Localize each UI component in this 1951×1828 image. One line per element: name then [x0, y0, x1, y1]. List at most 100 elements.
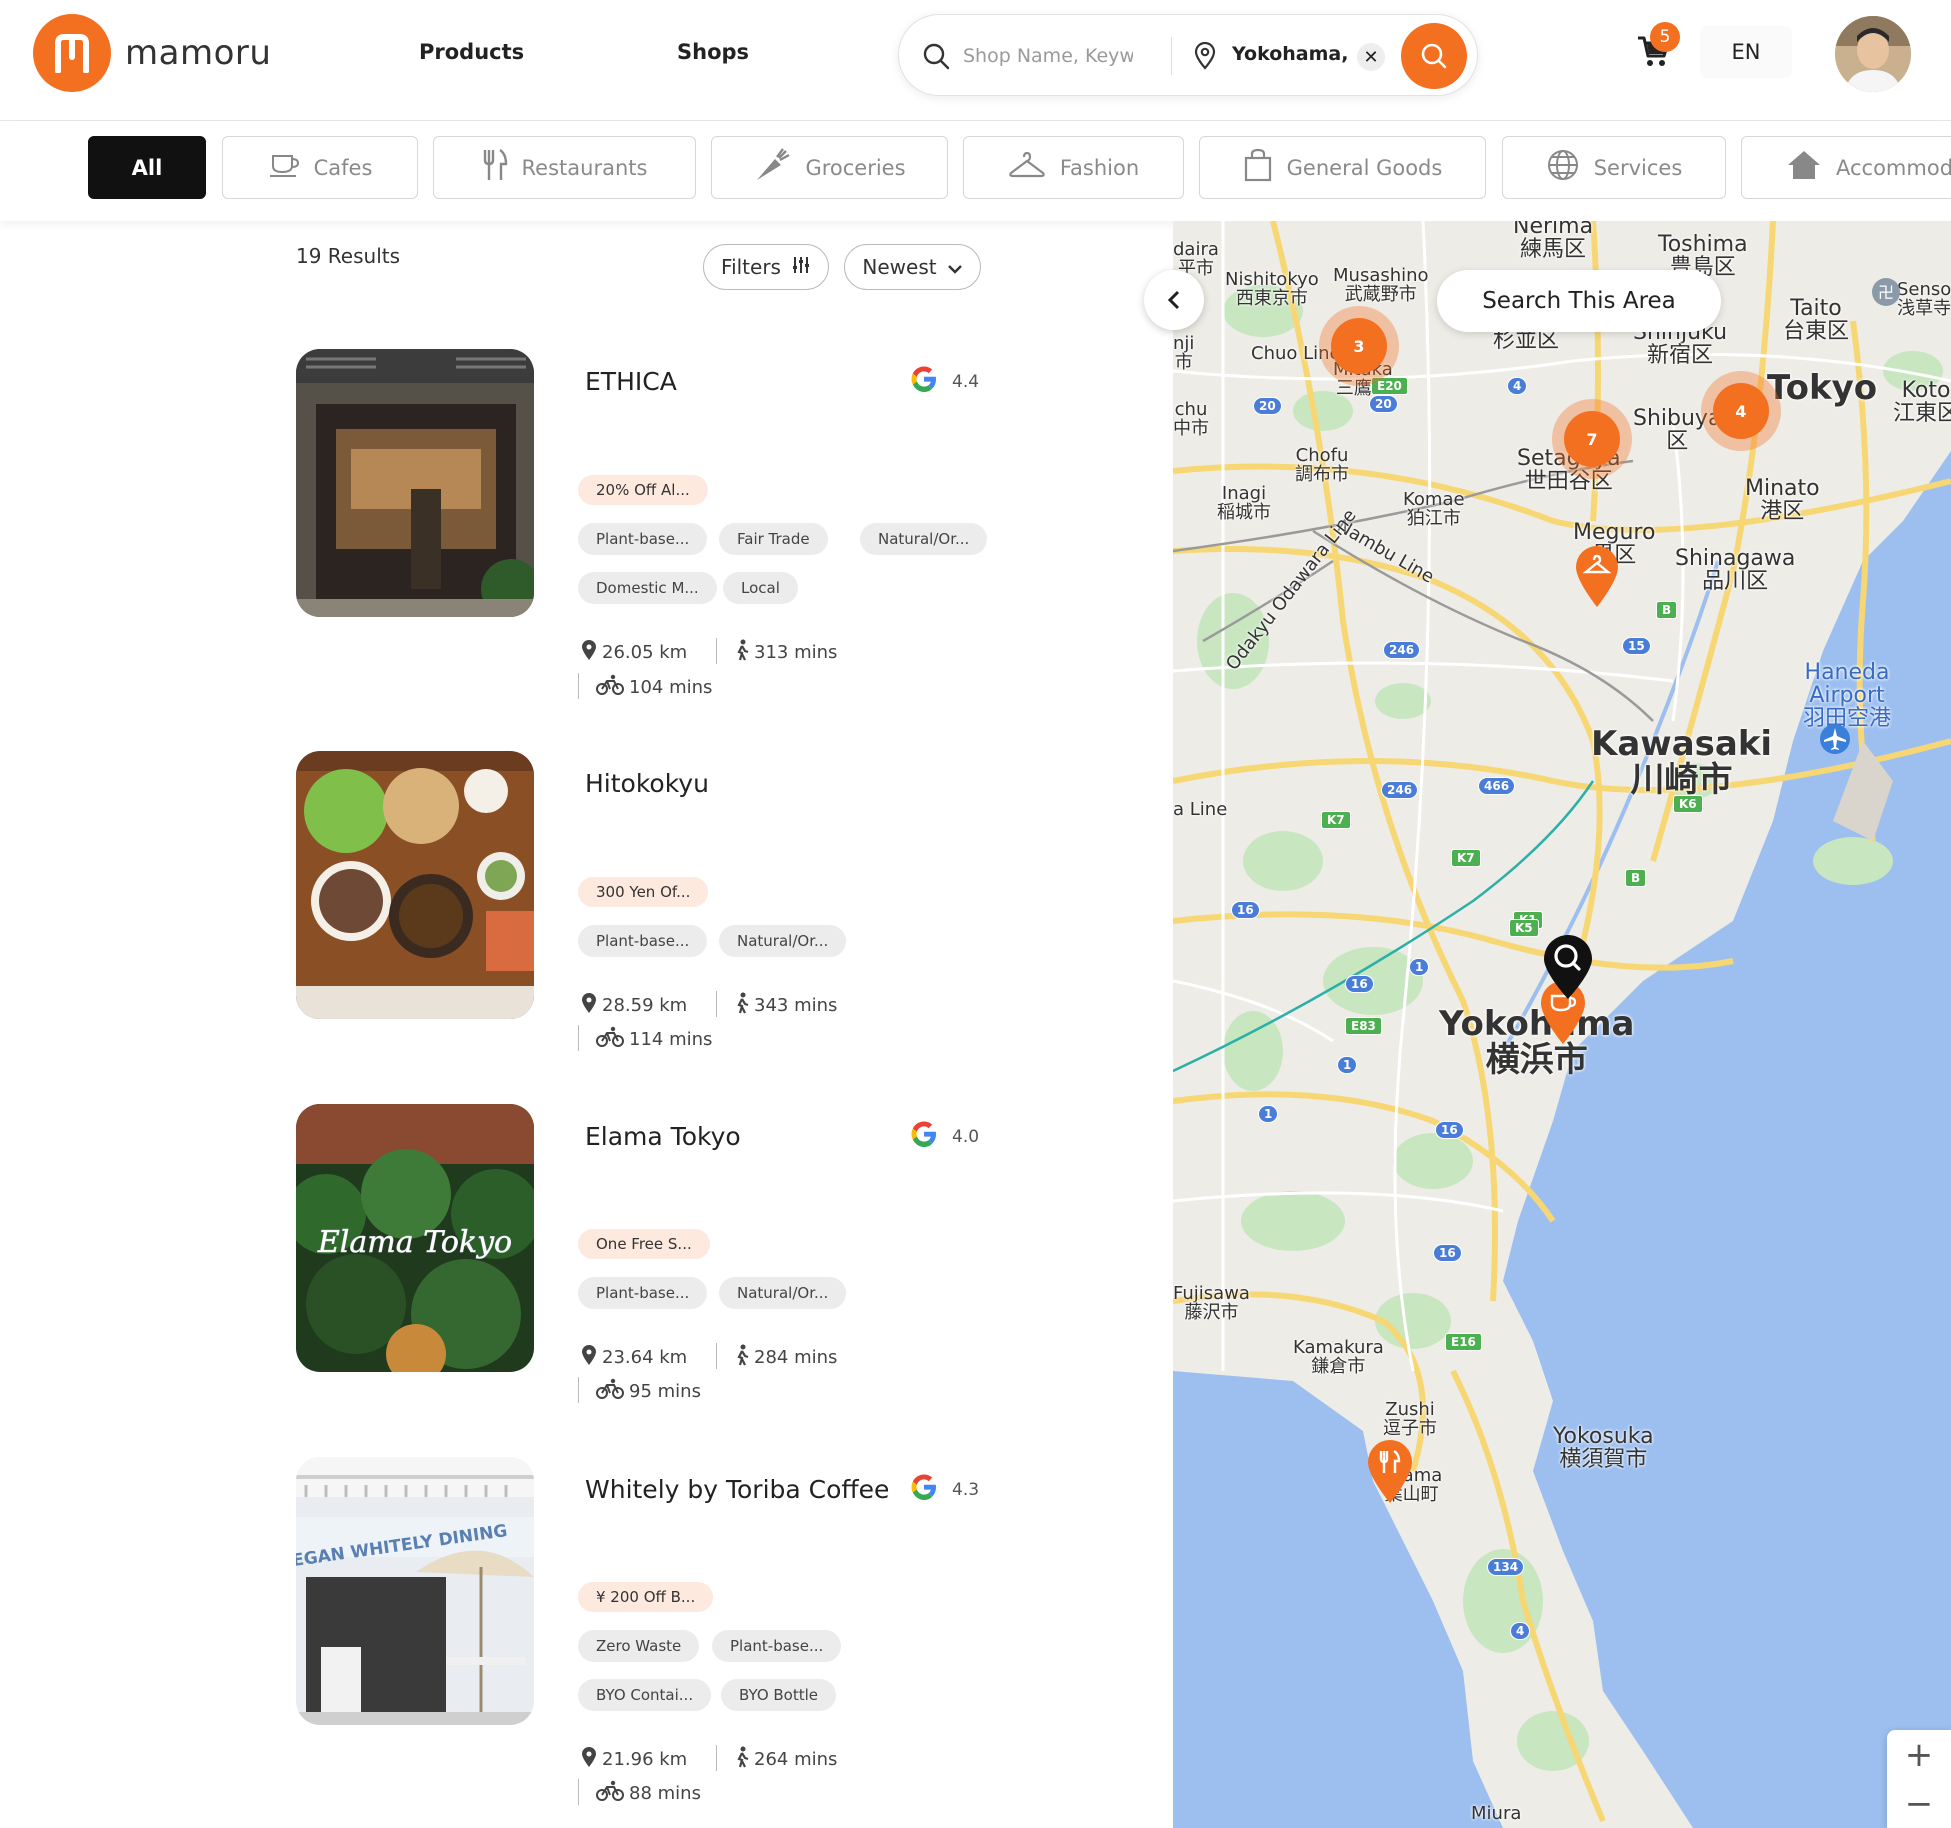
shop-photo[interactable] [296, 349, 534, 617]
user-avatar[interactable] [1835, 16, 1911, 92]
walk-metric: 264 mins [735, 1746, 837, 1773]
brand-logo[interactable]: mamoru [33, 14, 271, 92]
walk-metric: 313 mins [735, 639, 837, 666]
bicycle-icon [596, 1026, 624, 1053]
search-this-area-button[interactable]: Search This Area [1437, 270, 1721, 332]
filters-label: Filters [721, 255, 781, 279]
map-marker-icon [581, 1344, 597, 1371]
shop-name[interactable]: Hitokokyu [585, 769, 709, 798]
map-label-yokohama: Yokohama 横浜市 [1439, 1004, 1635, 1080]
distance-metric: 26.05 km [581, 639, 687, 666]
location-field[interactable]: Yokohama, Kanagawa [1232, 43, 1347, 65]
map-cluster-marker[interactable]: 7 [1564, 411, 1620, 467]
road-shield: 466 [1478, 777, 1516, 795]
keyword-input[interactable] [963, 41, 1133, 71]
category-fashion[interactable]: Fashion [963, 136, 1184, 199]
road-shield: B [1625, 869, 1647, 887]
distance-value: 23.64 km [602, 1347, 688, 1368]
bike-value: 95 mins [629, 1381, 701, 1402]
coffee-cup-icon [268, 152, 300, 183]
category-cafes[interactable]: Cafes [222, 136, 418, 199]
road-shield: K7 [1321, 811, 1351, 829]
map-view[interactable]: Nerima 練馬区 Toshima 豊島区 daira 平市 Nishitokyo 西… [1173, 221, 1951, 1828]
shop-card[interactable]: VEGAN WHITELY DINING Whitely by Toriba C… [296, 1457, 986, 1827]
map-label-shibuya: Shibuya 区 [1633, 406, 1722, 455]
category-all[interactable]: All [88, 136, 206, 199]
metric-divider [578, 1025, 579, 1051]
map-label-fujisawa: Fujisawa 藤沢市 [1173, 1283, 1250, 1323]
road-shield: 4 [1510, 1622, 1531, 1640]
map-label-nji: nji 市 [1173, 333, 1195, 373]
shop-name[interactable]: Whitely by Toriba Coffee [585, 1475, 889, 1504]
map-cluster-marker[interactable]: 4 [1713, 383, 1769, 439]
category-restaurants[interactable]: Restaurants [433, 136, 696, 199]
category-services[interactable]: Services [1502, 136, 1726, 199]
road-shield: E20 [1371, 377, 1408, 395]
road-shield: 1 [1258, 1105, 1279, 1123]
category-label: General Goods [1286, 155, 1443, 180]
fashion-shop-pin[interactable] [1574, 545, 1620, 613]
clear-location-button[interactable]: ✕ [1357, 43, 1385, 71]
distance-value: 21.96 km [602, 1749, 688, 1770]
category-label: All [131, 155, 163, 180]
tag-chip: Zero Waste [578, 1630, 700, 1662]
shop-name[interactable]: ETHICA [585, 367, 677, 396]
restaurant-shop-pin[interactable] [1366, 1439, 1414, 1509]
tag-chip: Natural/Or... [860, 523, 988, 555]
map-label-a-line: a Line [1173, 799, 1228, 820]
road-shield: 1 [1337, 1056, 1358, 1074]
road-shield: 16 [1435, 1121, 1464, 1139]
map-label-nishitokyo: Nishitokyo 西東京市 [1225, 269, 1319, 309]
shop-rating: 4.0 [908, 1118, 979, 1155]
zoom-in-button[interactable]: + [1887, 1730, 1951, 1779]
walking-icon [735, 1746, 749, 1773]
metric-divider [716, 1745, 717, 1771]
shop-photo[interactable]: Elama Tokyo [296, 1104, 534, 1372]
filters-button[interactable]: Filters [703, 244, 829, 290]
bike-metric: 95 mins [596, 1378, 701, 1405]
search-submit-button[interactable] [1401, 23, 1467, 89]
collapse-map-button[interactable] [1144, 270, 1204, 330]
sort-dropdown[interactable]: Newest [844, 244, 981, 290]
road-shield: K7 [1451, 849, 1481, 867]
tag-chip: Fair Trade [719, 523, 828, 555]
walk-value: 343 mins [754, 995, 838, 1016]
nav-products[interactable]: Products [419, 40, 524, 64]
map-label-inagi: Inagi 稲城市 [1217, 483, 1271, 523]
shop-card[interactable]: Hitokokyu 300 Yen Of... Plant-base... Na… [296, 751, 986, 1071]
map-label-kawasaki: Kawasaki 川崎市 [1591, 724, 1773, 800]
bicycle-icon [596, 674, 624, 701]
map-marker-icon [581, 992, 597, 1019]
road-shield: 20 [1369, 395, 1398, 413]
category-accommodation[interactable]: Accommodation [1741, 136, 1951, 199]
shop-photo[interactable]: VEGAN WHITELY DINING [296, 1457, 534, 1725]
sort-label: Newest [862, 255, 937, 279]
road-shield: 1 [1409, 958, 1430, 976]
shop-card[interactable]: Elama Tokyo Elama Tokyo 4.0 One Free S..… [296, 1104, 986, 1424]
category-general-goods[interactable]: General Goods [1199, 136, 1486, 199]
map-label-zushi: Zushi 逗子市 [1383, 1399, 1437, 1439]
shop-photo[interactable] [296, 751, 534, 1019]
category-label: Restaurants [521, 155, 648, 180]
distance-value: 28.59 km [602, 995, 688, 1016]
map-cluster-marker[interactable]: 3 [1331, 318, 1387, 374]
search-divider [1171, 37, 1172, 75]
tag-chip: Natural/Or... [719, 1277, 847, 1309]
road-shield: 15 [1622, 637, 1651, 655]
nav-shops[interactable]: Shops [677, 40, 749, 64]
map-marker-icon [581, 639, 597, 666]
tag-chip: Domestic M... [578, 572, 717, 604]
cart-count-badge: 5 [1650, 22, 1680, 52]
walk-value: 264 mins [754, 1749, 838, 1770]
category-groceries[interactable]: Groceries [711, 136, 948, 199]
current-location-pin[interactable] [1542, 935, 1594, 1005]
zoom-out-button[interactable]: − [1887, 1779, 1951, 1828]
shop-name[interactable]: Elama Tokyo [585, 1122, 741, 1151]
category-label: Services [1593, 155, 1683, 180]
map-label-chuo-line: Chuo Line [1251, 343, 1341, 364]
language-selector[interactable]: EN [1700, 26, 1792, 78]
road-shield: K5 [1509, 919, 1539, 937]
shop-card[interactable]: ETHICA 4.4 20% Off Al... Plant-base... F… [296, 349, 988, 709]
walk-metric: 284 mins [735, 1344, 837, 1371]
svg-text:卍: 卍 [1878, 283, 1894, 302]
